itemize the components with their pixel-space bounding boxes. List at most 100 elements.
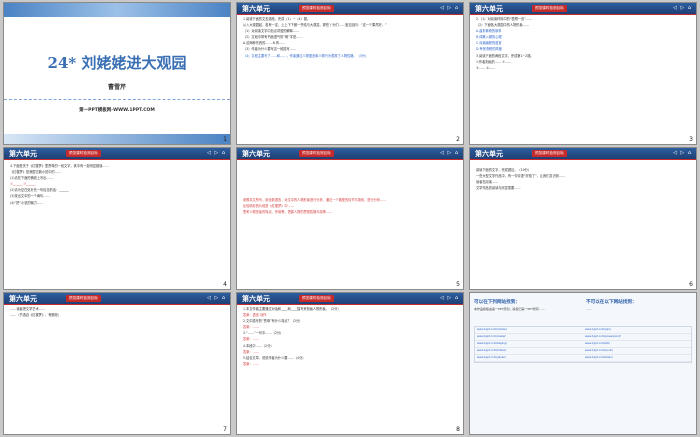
text-line: (2)请为空白处补充一句恰当的话：______	[10, 188, 69, 193]
slide-2-thumbnail[interactable]: 第六单元 预览课时检测目标 ◁ ▷ ⌂ 1.阅读下面的文言选段，完成（1）~（4…	[237, 3, 463, 144]
link[interactable]: www.1ppt.com/xiazai/	[475, 334, 583, 340]
slide-header-bar: 第六单元 预览课时检测目标 ◁ ▷ ⌂	[237, 148, 463, 159]
slide-header-bar: 第六单元 预览课时检测目标 ◁ ▷ ⌂	[237, 3, 463, 14]
header-underline	[470, 14, 696, 15]
link[interactable]: www.1ppt.com/ziliao/	[583, 355, 691, 361]
text-line: （2）下面各大观园中的人物形象……	[476, 23, 530, 28]
text-line: 1.本文作者主要通过对话和____和____描写来刻画人物形象。（2分）	[243, 307, 341, 311]
nav-controls[interactable]: ◁ ▷ ⌂	[207, 150, 226, 156]
text-line: (4)“把”小说的魅力……	[10, 200, 44, 205]
slide-6-thumbnail[interactable]: 第六单元 预览课时检测目标 ◁ ▷ ⌂ 阅读下面的文字，完成题目。（19分） 一…	[470, 148, 696, 289]
slide-1-author: 曹雪芹	[107, 84, 126, 91]
slide-header-bar: 第六单元 预览课时检测目标 ◁ ▷ ⌂	[237, 293, 463, 304]
slide-8-thumbnail[interactable]: 第六单元 预览课时检测目标 ◁ ▷ ⌂ 1.本文作者主要通过对话和____和__…	[237, 293, 463, 434]
link-row: www.1ppt.com/jiaoan/www.1ppt.com/ziliao/	[475, 355, 691, 362]
text-line: 5.结合文章，说说作者为什么要……（4分）	[243, 355, 306, 360]
link-row: www.1ppt.com/tubiao/www.1ppt.com/sucai/	[475, 348, 691, 355]
slide-1-bottom-decoration	[4, 134, 230, 144]
slide-1-top-decoration	[4, 3, 230, 17]
slide-1-thumbnail[interactable]: 24* 刘姥姥进大观园 曹雪芹 第一PPT模板网-WWW.1PPT.COM 1	[4, 3, 230, 144]
unit-label: 第六单元	[9, 150, 37, 158]
slide-3-thumbnail[interactable]: 第六单元 预览课时检测目标 ◁ ▷ ⌂ 2.（1）对阅读材料中的“梧桐一页”………	[470, 3, 696, 144]
text-line: ……（节选自《红楼梦》，有删改）	[10, 313, 61, 318]
header-underline	[237, 14, 463, 15]
link[interactable]: www.1ppt.com/moban/	[475, 327, 583, 333]
text-line: 一些大型文学作品中，有一句评语“好极了”，让我们意识到……	[476, 174, 566, 179]
slide-number: 8	[456, 426, 460, 433]
text-line: A.这两种东西的…… B.有……	[243, 41, 286, 46]
slide-number: 6	[689, 281, 693, 288]
link[interactable]: www.1ppt.com/ziti/	[583, 341, 691, 347]
left-heading: 可以在下列网站找到：	[474, 300, 520, 305]
slide-1-divider	[4, 99, 230, 100]
text-line: 比较精彩的片段是《红楼梦》中……	[243, 204, 294, 209]
slide-body-text: ……读者把文学艺术…… ……（节选自《红楼梦》，有删改）	[10, 307, 224, 319]
slide-9-thumbnail[interactable]: 可以在下列网站找到： 本作品模板由第一PPT原创，版权归第一PPT所有…… 不可…	[470, 293, 696, 434]
link-table: www.1ppt.com/moban/www.1ppt.com/jieri/ w…	[474, 323, 692, 363]
slide-body-text: 参照本文所写，用全新语言，对文中的人物形象进行分析，通过一个典型的情节与场景，进…	[243, 198, 457, 216]
slide-5-thumbnail[interactable]: 第六单元 预览课时检测目标 ◁ ▷ ⌂ 参照本文所写，用全新语言，对文中的人物形…	[237, 148, 463, 289]
text-line: ……读者把文学艺术……	[10, 307, 46, 311]
text-line: （1）对阅读文字中加点词语的解释……	[243, 29, 300, 34]
text-line: （4）文段主要写了……和……，作者通过人物语言和人物行为表现了人物性格。（3分）	[243, 53, 369, 58]
unit-label: 第六单元	[242, 295, 270, 303]
slide-number: 7	[223, 426, 227, 433]
text-line: 《红楼梦》是我国古典小说中的……	[10, 170, 61, 175]
header-underline	[470, 159, 696, 160]
slide-header-bar: 第六单元 预览课时检测目标 ◁ ▷ ⌂	[4, 293, 230, 304]
text-line: 2.文中描写的“贾母”有什么特点？（2分）	[243, 319, 303, 324]
slide-7-thumbnail[interactable]: 第六单元 预览课时检测目标 ◁ ▷ ⌂ ……读者把文学艺术…… ……（节选自《红…	[4, 293, 230, 434]
slide-4-thumbnail[interactable]: 第六单元 预览课时检测目标 ◁ ▷ ⌂ 4.下面是关于《红楼梦》里贾母的一段文字…	[4, 148, 230, 289]
link[interactable]: www.1ppt.com/jiaoan/	[475, 355, 583, 361]
text-line: 从入大观园起，各有一定，上上下下都一齐给与大观赏。那些丫头们……宝玉因问：“这一…	[243, 23, 387, 28]
text-line: C.诙谐幽默的语言	[476, 41, 502, 46]
slide-header-bar: 第六单元 预览课时检测目标 ◁ ▷ ⌂	[470, 3, 696, 14]
slide-body-text: 4.下面是关于《红楼梦》里贾母的一段文字，其中有一处明显错误…… 《红楼梦》是我…	[10, 164, 224, 207]
nav-controls[interactable]: ◁ ▷ ⌂	[440, 150, 459, 156]
text-line: ①作者刻画的…… ②……	[476, 59, 512, 64]
text-line: 2.（1）对阅读材料中的“梧桐一页”……	[476, 17, 533, 21]
nav-controls[interactable]: ◁ ▷ ⌂	[673, 150, 692, 156]
text-line: 答案：……	[243, 325, 259, 330]
text-line: D.夸张滑稽的风格	[476, 47, 502, 52]
slide-number: 3	[689, 136, 693, 143]
section-tag: 预览课时检测目标	[66, 150, 101, 157]
text-line: (1)请在下面的横线上写出……	[10, 176, 53, 181]
text-line: 答案：……	[243, 361, 259, 366]
link-row: www.1ppt.com/beijing/www.1ppt.com/ziti/	[475, 341, 691, 348]
slide-number: 5	[456, 281, 460, 288]
link[interactable]: www.1ppt.com/jieri/	[583, 327, 691, 333]
unit-label: 第六单元	[242, 150, 270, 158]
section-tag: 预览课时检测目标	[532, 150, 567, 157]
unit-label: 第六单元	[9, 295, 37, 303]
link[interactable]: www.1ppt.com/powerpoint/	[583, 334, 691, 340]
link-row: www.1ppt.com/moban/www.1ppt.com/jieri/	[475, 327, 691, 334]
text-line: A.曲折离奇的故事	[476, 29, 502, 34]
nav-controls[interactable]: ◁ ▷ ⌂	[673, 5, 692, 11]
text-line: (3)找出文中的一个病句……	[10, 194, 50, 199]
slide-body-text: 阅读下面的文字，完成题目。（19分） 一些大型文学作品中，有一句评语“好极了”，…	[476, 168, 690, 192]
nav-controls[interactable]: ◁ ▷ ⌂	[440, 295, 459, 301]
nav-controls[interactable]: ◁ ▷ ⌂	[207, 295, 226, 301]
link[interactable]: www.1ppt.com/beijing/	[475, 341, 583, 347]
header-underline	[4, 159, 230, 160]
header-underline	[237, 304, 463, 305]
slide-1-title: 24* 刘姥姥进大观园	[47, 54, 187, 72]
text-line: 答案：语言 动作	[243, 313, 267, 318]
section-tag: 预览课时检测目标	[299, 295, 334, 302]
link[interactable]: www.1ppt.com/sucai/	[583, 348, 691, 354]
right-heading: 不可以在以下网站找到：	[586, 300, 637, 305]
text-line: 文学作品的阅读与欣赏需要……	[476, 186, 521, 191]
section-tag: 预览课时检测目标	[66, 295, 101, 302]
nav-controls[interactable]: ◁ ▷ ⌂	[440, 5, 459, 11]
slide-body-text: 1.本文作者主要通过对话和____和____描写来刻画人物形象。（2分） 答案：…	[243, 307, 457, 368]
text-line: 3.阅读下面的两段文字，完成第1~2题。	[476, 53, 534, 58]
unit-label: 第六单元	[475, 150, 503, 158]
section-tag: 预览课时检测目标	[299, 150, 334, 157]
text-line: 4.下面是关于《红楼梦》里贾母的一段文字，其中有一处明显错误……	[10, 164, 109, 168]
info-left-column: 可以在下列网站找到： 本作品模板由第一PPT原创，版权归第一PPT所有……	[474, 299, 579, 311]
link[interactable]: www.1ppt.com/tubiao/	[475, 348, 583, 354]
text-line: 阅读下面的文字，完成题目。（19分）	[476, 168, 532, 172]
slide-header-bar: 第六单元 预览课时检测目标 ◁ ▷ ⌂	[470, 148, 696, 159]
slide-body-text: 1.阅读下面的文言选段，完成（1）~（4）题。 从入大观园起，各有一定，上上下下…	[243, 17, 457, 60]
